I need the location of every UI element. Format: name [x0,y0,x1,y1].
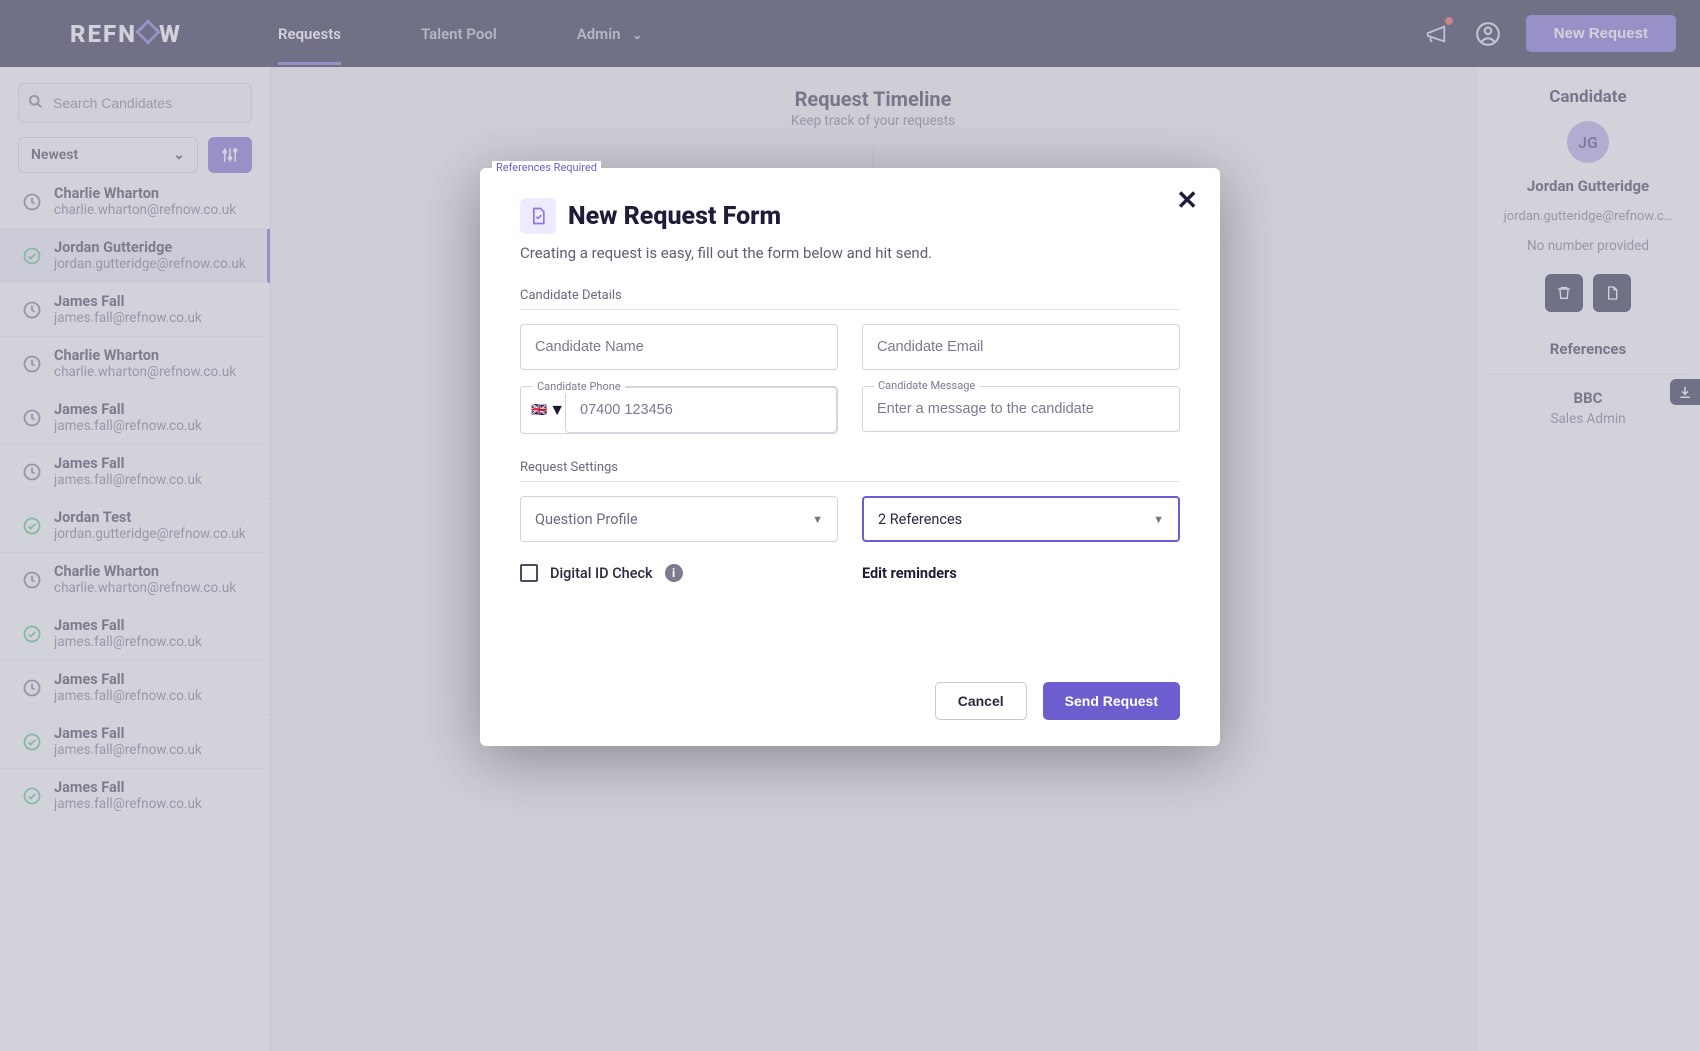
settings-extras: Digital ID Check i Edit reminders [520,564,1180,582]
close-button[interactable]: ✕ [1176,186,1198,216]
candidate-message-field: Candidate Message [862,386,1180,434]
candidate-email-input[interactable] [862,324,1180,370]
modal-footer: Cancel Send Request [520,682,1180,720]
chevron-down-icon: ▼ [1153,513,1164,526]
digital-id-label: Digital ID Check [550,565,653,582]
phone-label: Candidate Phone [533,380,625,393]
question-profile-placeholder: Question Profile [535,511,638,528]
candidate-name-field [520,324,838,370]
digital-id-checkbox[interactable] [520,564,538,582]
message-label: Candidate Message [874,379,979,392]
chevron-down-icon[interactable]: ▼ [549,400,565,420]
candidate-message-input[interactable] [862,386,1180,432]
references-required-label: References Required [492,161,601,174]
modal-header: New Request Form [520,198,1180,234]
candidate-name-input[interactable] [520,324,838,370]
candidate-phone-field: Candidate Phone 🇬🇧 ▼ [520,386,838,434]
cancel-button[interactable]: Cancel [935,682,1027,720]
references-required-select[interactable]: References Required 2 References ▼ [862,496,1180,542]
candidate-email-field [862,324,1180,370]
references-required-value: 2 References [878,511,962,528]
digital-id-row: Digital ID Check i [520,564,838,582]
info-icon[interactable]: i [665,564,683,582]
form-icon [520,198,556,234]
chevron-down-icon: ▼ [812,513,823,526]
edit-reminders-link[interactable]: Edit reminders [862,565,1180,582]
modal-title: New Request Form [568,202,781,231]
question-profile-select[interactable]: Question Profile ▼ [520,496,838,542]
candidate-phone-input[interactable] [565,387,837,433]
request-settings-grid: Question Profile ▼ References Required 2… [520,496,1180,542]
modal-subtitle: Creating a request is easy, fill out the… [520,244,1180,262]
section-candidate-details: Candidate Details [520,288,1180,310]
candidate-details-grid: Candidate Phone 🇬🇧 ▼ Candidate Message [520,324,1180,434]
send-request-button[interactable]: Send Request [1043,682,1180,720]
new-request-modal: ✕ New Request Form Creating a request is… [480,168,1220,746]
modal-overlay: ✕ New Request Form Creating a request is… [0,0,1700,1051]
flag-icon[interactable]: 🇬🇧 [531,403,547,418]
section-request-settings: Request Settings [520,460,1180,482]
